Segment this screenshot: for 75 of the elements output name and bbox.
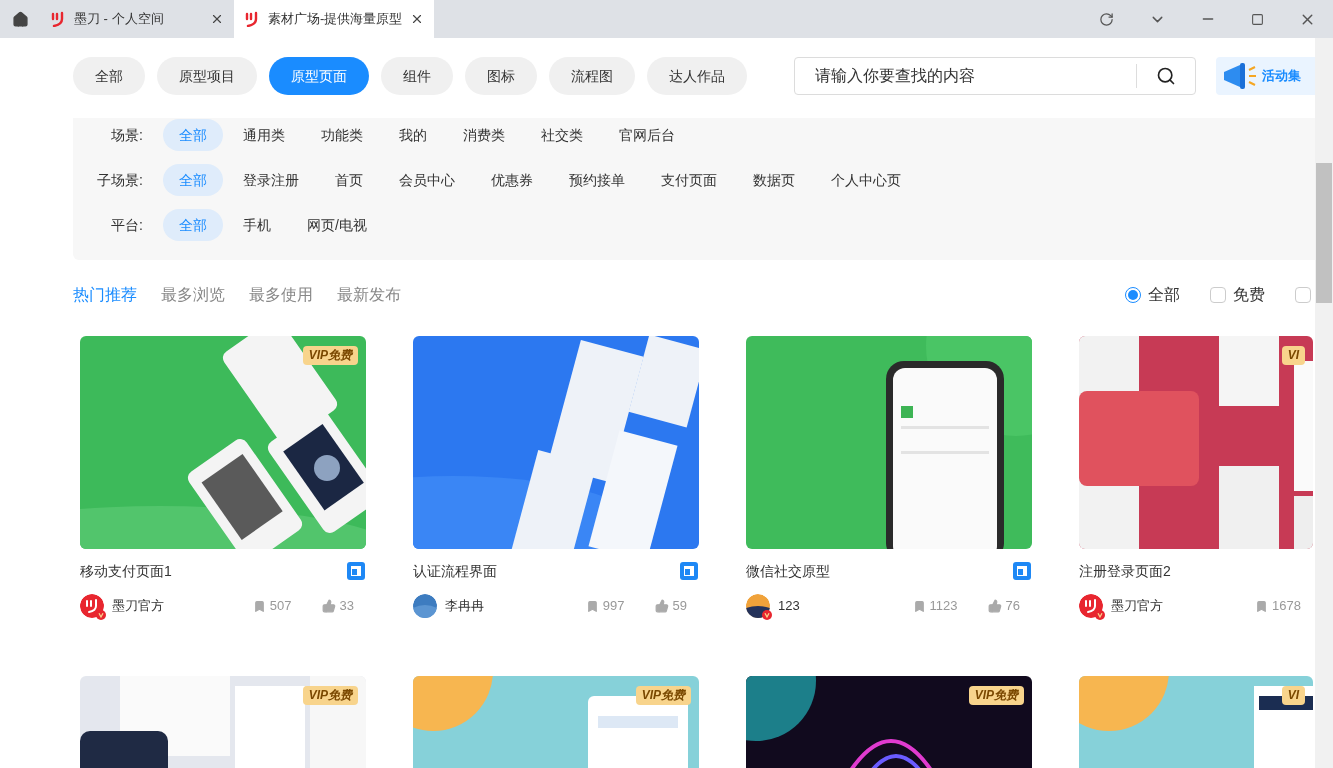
close-icon[interactable] bbox=[210, 12, 224, 26]
author-name[interactable]: 墨刀官方 bbox=[1111, 596, 1163, 616]
promo-label: 活动集 bbox=[1262, 67, 1301, 86]
card-title[interactable]: 认证流程界面 bbox=[413, 560, 497, 582]
vip-badge: VI bbox=[1281, 346, 1305, 365]
category-tab[interactable]: 全部 bbox=[73, 57, 145, 95]
tab-title: 素材广场-提供海量原型 bbox=[268, 10, 403, 29]
thumbs-up-icon[interactable] bbox=[654, 599, 669, 613]
sort-tab[interactable]: 最多使用 bbox=[249, 283, 313, 307]
bookmark-icon[interactable] bbox=[585, 599, 599, 613]
vip-badge: VIP免费 bbox=[635, 686, 691, 705]
bookmark-count: 1123 bbox=[929, 597, 958, 616]
card-title[interactable]: 注册登录页面2 bbox=[1079, 560, 1171, 582]
filter-option[interactable]: 登录注册 bbox=[227, 164, 315, 196]
thumbs-up-icon[interactable] bbox=[321, 599, 336, 613]
bookmark-icon[interactable] bbox=[1255, 599, 1269, 613]
vip-badge: VIP免费 bbox=[302, 686, 358, 705]
checkbox[interactable] bbox=[1210, 287, 1226, 303]
filter-option[interactable]: 首页 bbox=[319, 164, 379, 196]
vip-badge: VIP免费 bbox=[968, 686, 1024, 705]
card-title[interactable]: 微信社交原型 bbox=[746, 560, 830, 582]
filter-option[interactable]: 支付页面 bbox=[645, 164, 733, 196]
author-name[interactable]: 墨刀官方 bbox=[112, 596, 164, 616]
category-tab[interactable]: 组件 bbox=[381, 57, 453, 95]
vip-badge: VI bbox=[1281, 686, 1305, 705]
sort-tab[interactable]: 最多浏览 bbox=[161, 283, 225, 307]
filter-label: 平台: bbox=[110, 215, 143, 235]
logo-icon bbox=[244, 11, 260, 27]
scrollbar-thumb[interactable] bbox=[1316, 163, 1332, 303]
like-count: 59 bbox=[672, 597, 687, 616]
bookmark-icon[interactable] bbox=[912, 599, 926, 613]
filter-option[interactable]: 功能类 bbox=[305, 119, 379, 151]
bookmark-count: 507 bbox=[269, 597, 292, 616]
filter-label: 场景: bbox=[110, 125, 143, 145]
category-tab[interactable]: 图标 bbox=[465, 57, 537, 95]
browser-tab[interactable]: 素材广场-提供海量原型 bbox=[234, 0, 435, 38]
bookmark-count: 1678 bbox=[1272, 597, 1301, 616]
author-name[interactable]: 123 bbox=[778, 596, 800, 616]
search-box[interactable]: 请输入你要查找的内容 bbox=[794, 57, 1196, 95]
filter-option[interactable]: 消费类 bbox=[447, 119, 521, 151]
author-name[interactable]: 李冉冉 bbox=[445, 596, 484, 616]
logo-icon bbox=[50, 11, 66, 27]
sort-tab[interactable]: 最新发布 bbox=[337, 283, 401, 307]
like-count: 76 bbox=[1005, 597, 1020, 616]
filter-option[interactable]: 通用类 bbox=[227, 119, 301, 151]
vip-badge: VIP免费 bbox=[302, 346, 358, 365]
filter-option[interactable]: 我的 bbox=[383, 119, 443, 151]
filter-option[interactable]: 官网后台 bbox=[603, 119, 691, 151]
filter-option[interactable]: 优惠券 bbox=[475, 164, 549, 196]
thumbs-up-icon[interactable] bbox=[987, 599, 1002, 613]
category-tab[interactable]: 流程图 bbox=[549, 57, 635, 95]
refresh-icon[interactable] bbox=[1099, 11, 1114, 27]
filter-label: 子场景: bbox=[96, 170, 143, 190]
filter-option[interactable]: 个人中心页 bbox=[815, 164, 917, 196]
filter-option[interactable]: 预约接单 bbox=[553, 164, 641, 196]
checkbox[interactable] bbox=[1295, 287, 1311, 303]
maximize-icon[interactable] bbox=[1251, 12, 1264, 26]
bookmark-count: 997 bbox=[602, 597, 625, 616]
filter-option-label: 全部 bbox=[1148, 285, 1180, 305]
filter-option[interactable]: 社交类 bbox=[525, 119, 599, 151]
filter-option[interactable]: 数据页 bbox=[737, 164, 811, 196]
search-field[interactable]: 请输入你要查找的内容 bbox=[795, 64, 1136, 88]
category-tab[interactable]: 原型项目 bbox=[157, 57, 257, 95]
like-count: 33 bbox=[339, 597, 354, 616]
category-tab[interactable]: 达人作品 bbox=[647, 57, 747, 95]
card-title[interactable]: 移动支付页面1 bbox=[80, 560, 172, 582]
bookmark-icon[interactable] bbox=[252, 599, 266, 613]
scrollbar[interactable] bbox=[1315, 38, 1333, 768]
filter-option-label: 免费 bbox=[1233, 285, 1265, 305]
home-icon[interactable] bbox=[11, 10, 29, 28]
filter-option[interactable]: 网页/电视 bbox=[291, 209, 383, 241]
filter-option[interactable]: 手机 bbox=[227, 209, 287, 241]
tab-title: 墨刀 - 个人空间 bbox=[74, 10, 165, 29]
filter-option[interactable]: 会员中心 bbox=[383, 164, 471, 196]
search-icon[interactable] bbox=[1156, 66, 1176, 86]
